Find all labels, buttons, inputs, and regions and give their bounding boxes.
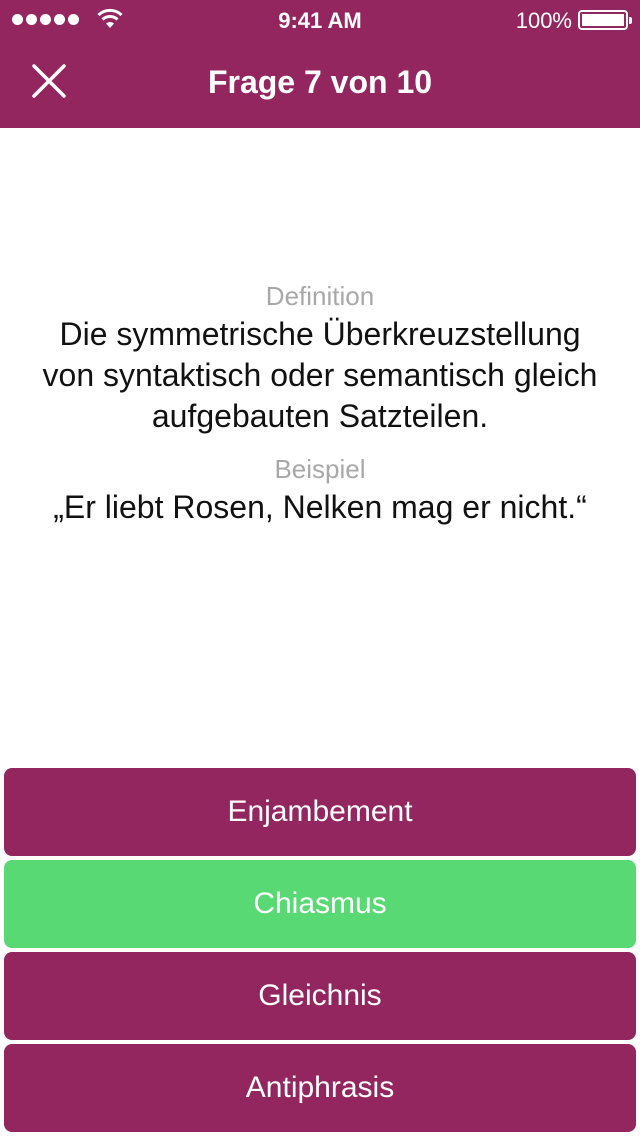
answer-button[interactable]: Chiasmus: [4, 860, 636, 948]
definition-label: Definition: [265, 281, 375, 311]
page-title: Frage 7 von 10: [207, 64, 433, 100]
battery-icon: [578, 10, 632, 30]
navigation-header: 9:41 AM 100% Frage 7 von 10: [0, 0, 640, 128]
answer-button[interactable]: Enjambement: [4, 768, 636, 856]
question-card: Definition Die symmetrische Überkreuzste…: [40, 278, 600, 528]
battery-percentage: 100%: [515, 8, 572, 33]
example-label: Beispiel: [274, 454, 366, 484]
example-text: „Er liebt Rosen, Nelken mag er nicht.“: [53, 489, 587, 525]
answer-button[interactable]: Gleichnis: [4, 952, 636, 1040]
answer-button[interactable]: Antiphrasis: [4, 1044, 636, 1132]
status-bar: 9:41 AM 100%: [0, 0, 640, 40]
definition-text: Die symmetrische Überkreuzstellung von s…: [42, 316, 598, 434]
answer-list: Enjambement Chiasmus Gleichnis Antiphras…: [4, 768, 636, 1136]
battery-fill: [582, 14, 624, 26]
